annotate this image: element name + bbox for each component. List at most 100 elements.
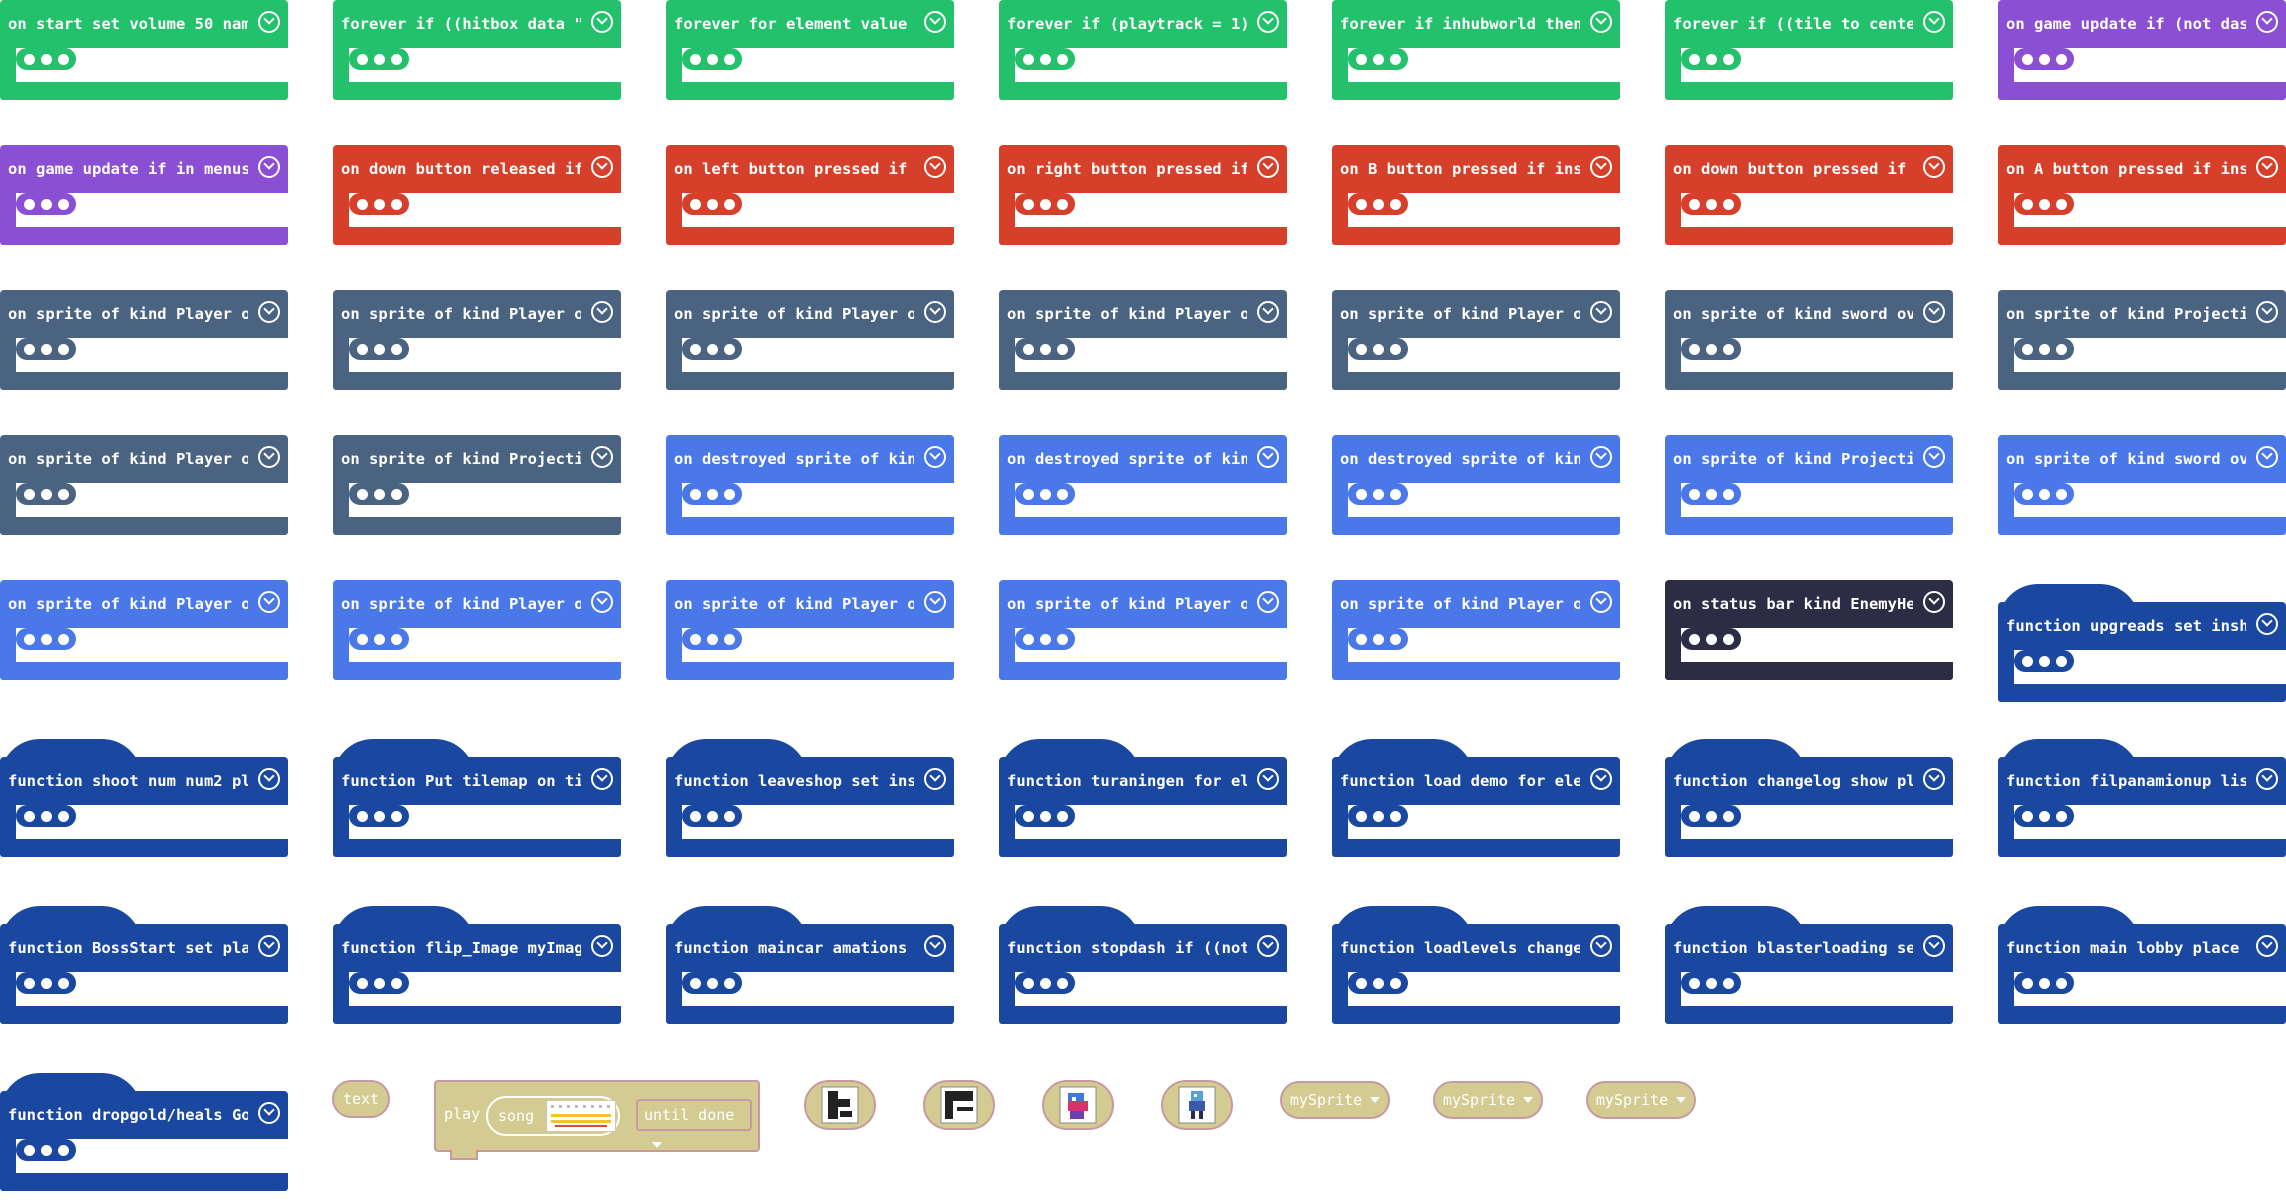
tilemap-image-reporter-2[interactable] bbox=[923, 1080, 995, 1130]
function-block[interactable]: function turaningen for el... bbox=[999, 739, 1287, 857]
event-block[interactable]: on sprite of kind Player ov... bbox=[1332, 580, 1620, 680]
expand-chevron-icon[interactable] bbox=[258, 935, 280, 957]
collapsed-dots-button[interactable] bbox=[1348, 193, 1408, 215]
event-block[interactable]: on sprite of kind Player ov... bbox=[666, 290, 954, 390]
function-block[interactable]: function main lobby place ... bbox=[1998, 906, 2286, 1024]
collapsed-dots-button[interactable] bbox=[1681, 805, 1741, 827]
collapsed-dots-button[interactable] bbox=[349, 483, 409, 505]
function-block[interactable]: function shoot num num2 pl... bbox=[0, 739, 288, 857]
event-block[interactable]: on start set volume 50 name... bbox=[0, 0, 288, 100]
event-block[interactable]: on sprite of kind Player ov... bbox=[0, 435, 288, 535]
collapsed-dots-button[interactable] bbox=[1348, 48, 1408, 70]
event-block[interactable]: on sprite of kind Player ov... bbox=[1332, 290, 1620, 390]
event-block[interactable]: on down button pressed if (... bbox=[1665, 145, 1953, 245]
expand-chevron-icon[interactable] bbox=[924, 301, 946, 323]
expand-chevron-icon[interactable] bbox=[258, 591, 280, 613]
collapsed-dots-button[interactable] bbox=[2014, 805, 2074, 827]
event-block[interactable]: on sprite of kind sword ove... bbox=[1665, 290, 1953, 390]
expand-chevron-icon[interactable] bbox=[258, 768, 280, 790]
expand-chevron-icon[interactable] bbox=[1923, 301, 1945, 323]
collapsed-dots-button[interactable] bbox=[1348, 483, 1408, 505]
collapsed-dots-button[interactable] bbox=[349, 972, 409, 994]
expand-chevron-icon[interactable] bbox=[1590, 11, 1612, 33]
expand-chevron-icon[interactable] bbox=[1590, 446, 1612, 468]
expand-chevron-icon[interactable] bbox=[1257, 591, 1279, 613]
expand-chevron-icon[interactable] bbox=[258, 1102, 280, 1124]
expand-chevron-icon[interactable] bbox=[1923, 591, 1945, 613]
collapsed-dots-button[interactable] bbox=[1681, 338, 1741, 360]
event-block[interactable]: forever if inhubworld then ... bbox=[1332, 0, 1620, 100]
collapsed-dots-button[interactable] bbox=[1015, 48, 1075, 70]
expand-chevron-icon[interactable] bbox=[591, 301, 613, 323]
collapsed-dots-button[interactable] bbox=[682, 193, 742, 215]
event-block[interactable]: on B button pressed if insh... bbox=[1332, 145, 1620, 245]
expand-chevron-icon[interactable] bbox=[2256, 446, 2278, 468]
collapsed-dots-button[interactable] bbox=[1681, 972, 1741, 994]
function-block[interactable]: function BossStart set pla... bbox=[0, 906, 288, 1024]
collapsed-dots-button[interactable] bbox=[1015, 628, 1075, 650]
event-block[interactable]: forever if ((hitbox data "R... bbox=[333, 0, 621, 100]
event-block[interactable]: on right button pressed if ... bbox=[999, 145, 1287, 245]
event-block[interactable]: on sprite of kind Player ov... bbox=[666, 580, 954, 680]
collapsed-dots-button[interactable] bbox=[16, 48, 76, 70]
event-block[interactable]: on destroyed sprite of kind... bbox=[666, 435, 954, 535]
collapsed-dots-button[interactable] bbox=[16, 338, 76, 360]
expand-chevron-icon[interactable] bbox=[591, 11, 613, 33]
expand-chevron-icon[interactable] bbox=[258, 301, 280, 323]
expand-chevron-icon[interactable] bbox=[2256, 935, 2278, 957]
event-block[interactable]: on sprite of kind sword ove... bbox=[1998, 435, 2286, 535]
expand-chevron-icon[interactable] bbox=[1257, 446, 1279, 468]
event-block[interactable]: on destroyed sprite of kind... bbox=[999, 435, 1287, 535]
expand-chevron-icon[interactable] bbox=[924, 11, 946, 33]
event-block[interactable]: forever if ((tile to center... bbox=[1665, 0, 1953, 100]
function-block[interactable]: function filpanamionup list... bbox=[1998, 739, 2286, 857]
sprite-dropdown-1[interactable]: mySprite bbox=[1280, 1081, 1390, 1119]
event-block[interactable]: on sprite of kind Projectil... bbox=[1665, 435, 1953, 535]
expand-chevron-icon[interactable] bbox=[1590, 591, 1612, 613]
collapsed-dots-button[interactable] bbox=[16, 805, 76, 827]
expand-chevron-icon[interactable] bbox=[1923, 935, 1945, 957]
collapsed-dots-button[interactable] bbox=[682, 483, 742, 505]
expand-chevron-icon[interactable] bbox=[1590, 301, 1612, 323]
collapsed-dots-button[interactable] bbox=[16, 1139, 76, 1161]
collapsed-dots-button[interactable] bbox=[349, 338, 409, 360]
collapsed-dots-button[interactable] bbox=[682, 628, 742, 650]
sprite-image-reporter[interactable] bbox=[1042, 1080, 1114, 1130]
sprite-dropdown-3[interactable]: mySprite bbox=[1586, 1081, 1696, 1119]
expand-chevron-icon[interactable] bbox=[591, 768, 613, 790]
expand-chevron-icon[interactable] bbox=[924, 591, 946, 613]
expand-chevron-icon[interactable] bbox=[1590, 935, 1612, 957]
event-block[interactable]: on sprite of kind Player ov... bbox=[333, 580, 621, 680]
collapsed-dots-button[interactable] bbox=[349, 48, 409, 70]
song-reporter[interactable]: song bbox=[486, 1096, 620, 1136]
collapsed-dots-button[interactable] bbox=[682, 338, 742, 360]
collapsed-dots-button[interactable] bbox=[2014, 193, 2074, 215]
collapsed-dots-button[interactable] bbox=[16, 628, 76, 650]
collapsed-dots-button[interactable] bbox=[682, 48, 742, 70]
expand-chevron-icon[interactable] bbox=[591, 446, 613, 468]
song-preview-icon[interactable] bbox=[546, 1100, 616, 1132]
expand-chevron-icon[interactable] bbox=[591, 156, 613, 178]
expand-chevron-icon[interactable] bbox=[2256, 301, 2278, 323]
expand-chevron-icon[interactable] bbox=[258, 156, 280, 178]
collapsed-dots-button[interactable] bbox=[682, 805, 742, 827]
play-song-block[interactable]: play song until done bbox=[434, 1080, 760, 1160]
function-block[interactable]: function maincar amations ... bbox=[666, 906, 954, 1024]
collapsed-dots-button[interactable] bbox=[1348, 338, 1408, 360]
collapsed-dots-button[interactable] bbox=[349, 805, 409, 827]
event-block[interactable]: on game update if in menus ... bbox=[0, 145, 288, 245]
expand-chevron-icon[interactable] bbox=[2256, 613, 2278, 635]
expand-chevron-icon[interactable] bbox=[1923, 156, 1945, 178]
expand-chevron-icon[interactable] bbox=[1257, 156, 1279, 178]
collapsed-dots-button[interactable] bbox=[349, 193, 409, 215]
character-image-reporter[interactable] bbox=[1161, 1080, 1233, 1130]
collapsed-dots-button[interactable] bbox=[1681, 483, 1741, 505]
event-block[interactable]: on down button released if ... bbox=[333, 145, 621, 245]
function-block[interactable]: function flip_Image myImage... bbox=[333, 906, 621, 1024]
collapsed-dots-button[interactable] bbox=[2014, 338, 2074, 360]
collapsed-dots-button[interactable] bbox=[682, 972, 742, 994]
collapsed-dots-button[interactable] bbox=[1681, 48, 1741, 70]
collapsed-dots-button[interactable] bbox=[1348, 628, 1408, 650]
expand-chevron-icon[interactable] bbox=[2256, 768, 2278, 790]
sprite-dropdown-2[interactable]: mySprite bbox=[1433, 1081, 1543, 1119]
